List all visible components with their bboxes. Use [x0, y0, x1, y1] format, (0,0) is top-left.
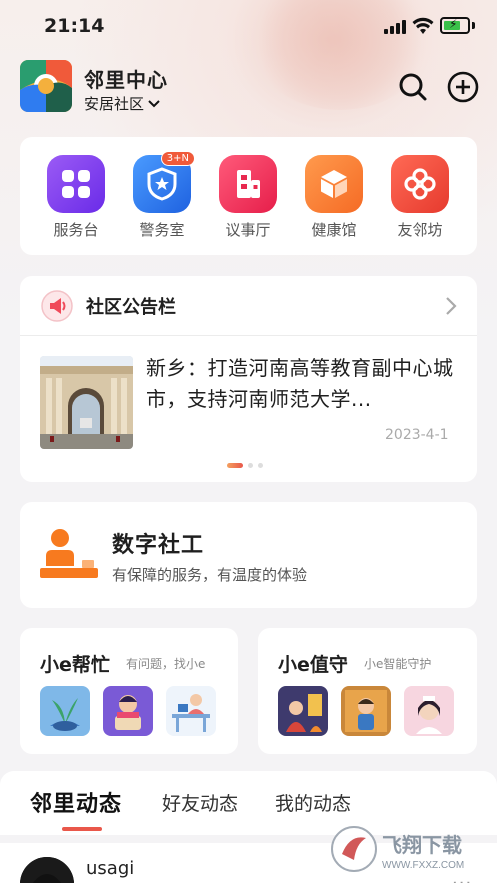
notice-title: 社区公告栏: [86, 296, 176, 318]
social-work-subtitle: 有保障的服务，有温度的体验: [112, 566, 308, 584]
feed-username[interactable]: usagi: [86, 858, 134, 879]
chevron-down-icon: [148, 99, 160, 107]
add-circle-icon: [447, 71, 479, 103]
app-logo: [20, 60, 72, 112]
chevron-right-icon: [446, 296, 457, 315]
help-thumb-person[interactable]: [103, 686, 153, 736]
community-name: 安居社区: [84, 95, 145, 113]
help-thumb-office[interactable]: [166, 686, 216, 736]
help-title: 小e帮忙: [40, 654, 110, 676]
guard-thumb-nurse[interactable]: [404, 686, 454, 736]
watermark-logo: 飞翔下载 WWW.FXXZ.COM: [330, 824, 490, 874]
tab-friends[interactable]: 好友动态: [162, 789, 238, 816]
help-subtitle: 有问题，找小e: [126, 657, 206, 671]
service-label: 健康馆: [311, 221, 357, 239]
signal-icon: [384, 20, 406, 34]
carousel-dot-active: [227, 463, 243, 468]
news-headline[interactable]: 新乡：打造河南高等教育副中心城市，支持河南师范大学...: [146, 353, 456, 415]
tab-indicator: [62, 827, 102, 831]
battery-icon: ⚡: [440, 17, 470, 34]
grid-icon: [47, 155, 105, 213]
service-label: 服务台: [53, 221, 99, 239]
building-icon: [219, 155, 277, 213]
police-shield-icon: 3+N: [133, 151, 195, 213]
watermark-text: 飞翔下载: [382, 833, 462, 857]
service-item-council[interactable]: 议事厅: [218, 155, 278, 240]
service-badge: 3+N: [160, 151, 195, 166]
social-worker-icon: [40, 529, 98, 578]
service-item-health[interactable]: 健康馆: [304, 155, 364, 240]
tab-mine[interactable]: 我的动态: [275, 789, 351, 816]
help-thumb-plant[interactable]: [40, 686, 90, 736]
guard-subtitle: 小e智能守护: [364, 657, 432, 671]
service-item-neighbor[interactable]: 友邻坊: [390, 155, 450, 240]
wifi-icon: [412, 17, 434, 34]
service-item-police[interactable]: 3+N 警务室: [132, 151, 195, 240]
service-label: 议事厅: [225, 221, 271, 239]
tab-neighborhood[interactable]: 邻里动态: [30, 786, 122, 818]
flower-icon: [391, 155, 449, 213]
guard-thumb-fire[interactable]: [278, 686, 328, 736]
community-selector[interactable]: 安居社区: [84, 93, 161, 114]
service-label: 警务室: [139, 221, 185, 239]
battery-cap: [472, 22, 475, 29]
box-icon: [305, 155, 363, 213]
service-label: 友邻坊: [397, 221, 443, 239]
carousel-dot: [258, 463, 263, 468]
news-image[interactable]: [40, 356, 133, 449]
add-button[interactable]: [446, 70, 480, 104]
page-title: 邻里中心: [84, 68, 168, 92]
status-bar: 21:14 ⚡: [0, 0, 497, 52]
search-button[interactable]: [396, 70, 430, 104]
megaphone-icon: [41, 289, 73, 322]
guard-title: 小e值守: [278, 654, 348, 676]
guard-thumb-child[interactable]: [341, 686, 391, 736]
status-time: 21:14: [44, 15, 105, 37]
search-icon: [399, 73, 427, 101]
news-date: 2023-4-1: [385, 427, 449, 443]
social-work-title: 数字社工: [112, 533, 205, 558]
carousel-indicator: [227, 463, 263, 468]
service-item-desk[interactable]: 服务台: [46, 155, 106, 240]
notice-header[interactable]: 社区公告栏: [20, 276, 477, 336]
watermark-url: WWW.FXXZ.COM: [382, 860, 464, 871]
carousel-dot: [248, 463, 253, 468]
